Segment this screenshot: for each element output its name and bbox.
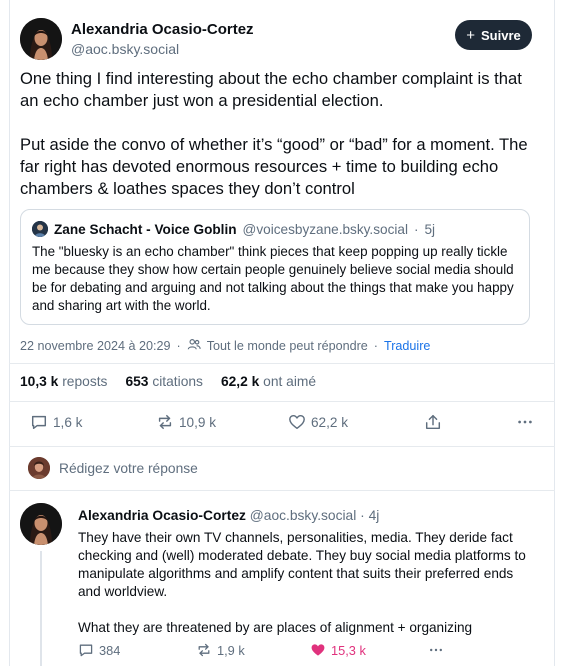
quote-age: 5j <box>424 221 436 237</box>
like-count: 62,2 k <box>311 414 349 430</box>
like-button[interactable]: 62,2 k <box>288 413 348 431</box>
share-icon <box>425 414 441 430</box>
citations-count: 653 <box>125 374 149 389</box>
heart-icon <box>311 644 325 656</box>
reply-paragraph: What they are threatened by are places o… <box>78 620 473 635</box>
post-paragraph: Put aside the convo of whether it’s “goo… <box>20 135 528 198</box>
reply-button[interactable]: 384 <box>78 642 120 658</box>
more-button[interactable] <box>516 413 534 431</box>
reply-audience[interactable]: Tout le monde peut répondre <box>207 339 368 353</box>
reply-author-name[interactable]: Alexandria Ocasio-Cortez <box>78 508 246 523</box>
author-handle[interactable]: @aoc.bsky.social <box>71 41 179 57</box>
divider <box>9 363 555 364</box>
repost-icon <box>158 414 172 430</box>
reply-actions: 384 1,9 k 15,3 k <box>78 642 478 660</box>
post-header: Alexandria Ocasio-Cortez @aoc.bsky.socia… <box>20 18 532 62</box>
reply-age: 4j <box>368 508 380 523</box>
reply-composer[interactable]: Rédigez votre réponse <box>28 457 198 479</box>
avatar <box>28 457 50 479</box>
repost-button[interactable]: 1,9 k <box>196 642 245 658</box>
likes-stat[interactable]: 62,2 k ont aimé <box>221 374 316 389</box>
quote-avatar <box>32 221 48 237</box>
post-actions: 1,6 k 10,9 k 62,2 k <box>20 413 540 435</box>
citations-label: citations <box>152 374 203 389</box>
thread-line <box>40 551 42 666</box>
post-stats: 10,3 k reposts 653 citations 62,2 k ont … <box>20 374 316 389</box>
repost-button[interactable]: 10,9 k <box>156 413 216 431</box>
plus-icon: + <box>466 26 475 44</box>
post-text: One thing I find interesting about the e… <box>20 68 532 222</box>
author-name[interactable]: Alexandria Ocasio-Cortez <box>71 21 254 38</box>
like-count: 15,3 k <box>331 642 366 658</box>
divider <box>9 490 555 491</box>
reply-header: Alexandria Ocasio-Cortez @aoc.bsky.socia… <box>78 508 379 523</box>
repost-count: 10,9 k <box>179 414 217 430</box>
quote-author-name: Zane Schacht - Voice Goblin <box>54 221 237 237</box>
post-meta: 22 novembre 2024 à 20:29 · Tout le monde… <box>20 337 430 354</box>
divider <box>9 401 555 402</box>
avatar[interactable] <box>20 18 62 60</box>
likes-label: ont aimé <box>263 374 317 389</box>
follow-label: Suivre <box>481 27 521 43</box>
like-button[interactable]: 15,3 k <box>310 642 366 658</box>
quote-text: The "bluesky is an echo chamber" think p… <box>32 244 514 313</box>
quote-separator: · <box>413 221 419 237</box>
divider <box>9 446 555 447</box>
reply-paragraph: They have their own TV channels, persona… <box>78 530 526 599</box>
avatar[interactable] <box>20 503 62 545</box>
more-icon <box>430 648 442 652</box>
reply-icon <box>79 644 93 657</box>
citations-stat[interactable]: 653 citations <box>125 374 203 389</box>
more-icon <box>518 420 532 424</box>
reposts-count: 10,3 k <box>20 374 59 389</box>
meta-separator: · <box>176 338 181 353</box>
heart-icon <box>289 414 305 430</box>
quote-card[interactable]: Zane Schacht - Voice Goblin @voicesbyzan… <box>20 209 530 325</box>
reply-separator: · <box>360 508 365 523</box>
meta-separator: · <box>373 338 378 353</box>
reposts-stat[interactable]: 10,3 k reposts <box>20 374 107 389</box>
reply-icon <box>31 415 47 430</box>
repost-icon <box>198 643 210 657</box>
reply-count: 1,6 k <box>53 414 83 430</box>
post-date: 22 novembre 2024 à 20:29 <box>20 338 171 353</box>
reposts-label: reposts <box>62 374 108 389</box>
reply-button[interactable]: 1,6 k <box>30 413 82 431</box>
post-paragraph: One thing I find interesting about the e… <box>20 69 522 110</box>
share-button[interactable] <box>424 413 442 431</box>
more-button[interactable] <box>428 642 444 658</box>
translate-link[interactable]: Traduire <box>384 339 430 353</box>
reply-placeholder: Rédigez votre réponse <box>59 460 198 476</box>
reply-text: They have their own TV channels, persona… <box>78 529 530 655</box>
people-icon <box>187 337 201 354</box>
quote-header: Zane Schacht - Voice Goblin @voicesbyzan… <box>32 221 518 237</box>
repost-count: 1,9 k <box>217 642 245 658</box>
likes-count: 62,2 k <box>220 374 260 389</box>
reply-count: 384 <box>99 642 121 658</box>
reply-author-handle[interactable]: @aoc.bsky.social <box>250 508 357 523</box>
follow-button[interactable]: + Suivre <box>455 20 532 50</box>
quote-author-handle: @voicesbyzane.bsky.social <box>242 221 408 237</box>
